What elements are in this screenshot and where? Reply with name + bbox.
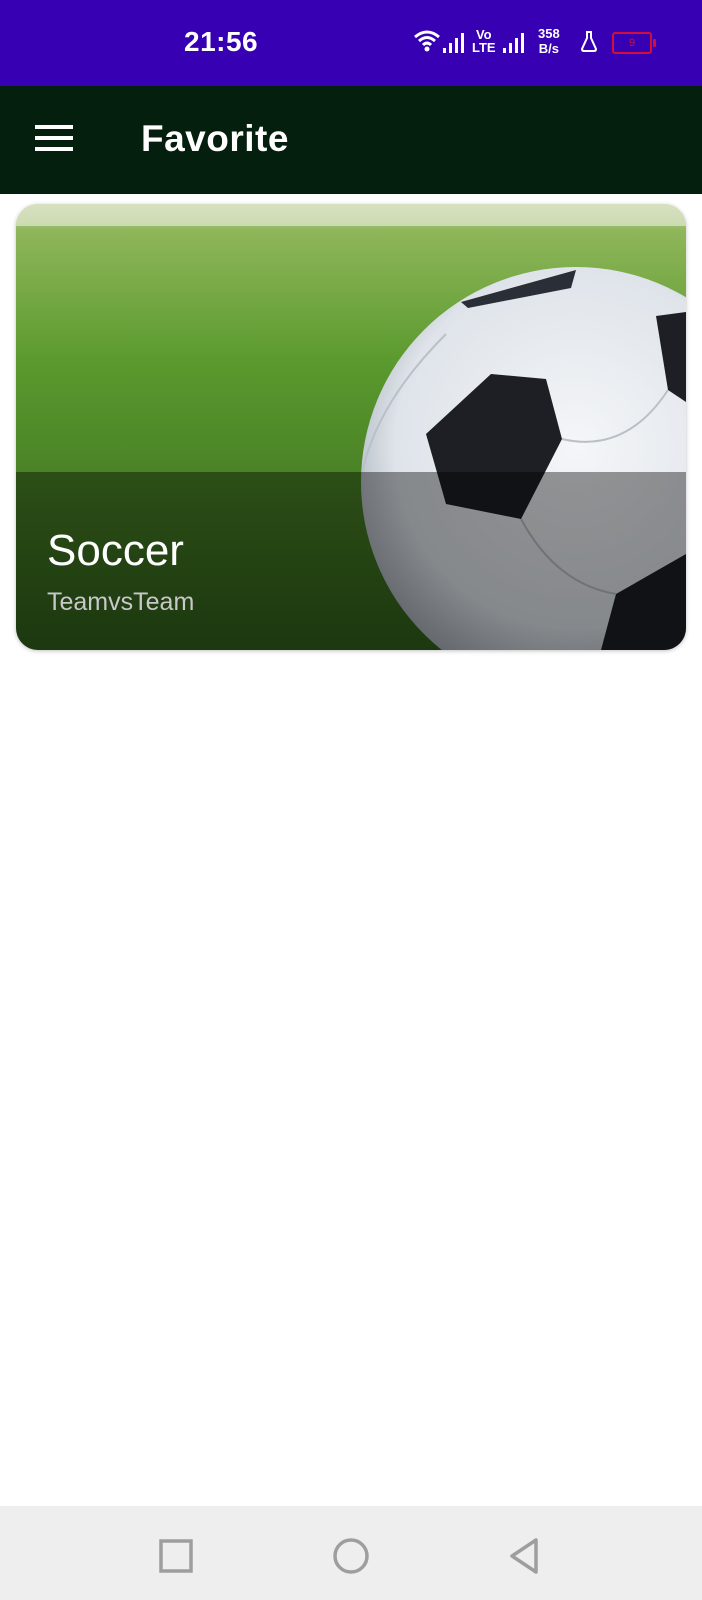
speed-value: 358 <box>538 26 560 41</box>
circle-icon <box>333 1538 369 1574</box>
card-title: Soccer <box>47 526 184 575</box>
speed-unit: B/s <box>538 41 559 56</box>
status-bar: 21:56 Vo LTE 358 B/s 9 <box>0 0 702 86</box>
system-nav-bar <box>0 1506 702 1600</box>
back-triangle-icon <box>510 1538 538 1574</box>
card-subtitle: TeamvsTeam <box>47 588 195 616</box>
signal-icon <box>502 32 528 59</box>
page-title: Favorite <box>141 118 289 159</box>
back-button[interactable] <box>504 1534 548 1578</box>
home-button[interactable] <box>329 1534 373 1578</box>
battery-level: 9 <box>628 37 636 49</box>
hamburger-menu-icon <box>35 123 73 158</box>
battery-icon: 9 <box>612 32 656 54</box>
menu-button[interactable] <box>24 112 84 168</box>
favorite-card-soccer[interactable]: Soccer TeamvsTeam <box>16 204 686 650</box>
recent-apps-button[interactable] <box>154 1534 198 1578</box>
lab-icon <box>580 30 598 57</box>
network-speed: 358 B/s <box>538 26 560 56</box>
signal-icon <box>442 32 468 59</box>
volte-icon: Vo LTE <box>472 27 496 55</box>
square-icon <box>159 1539 193 1573</box>
top-app-bar: Favorite <box>0 86 702 194</box>
status-time: 21:56 <box>184 26 259 57</box>
wifi-icon <box>412 28 442 57</box>
